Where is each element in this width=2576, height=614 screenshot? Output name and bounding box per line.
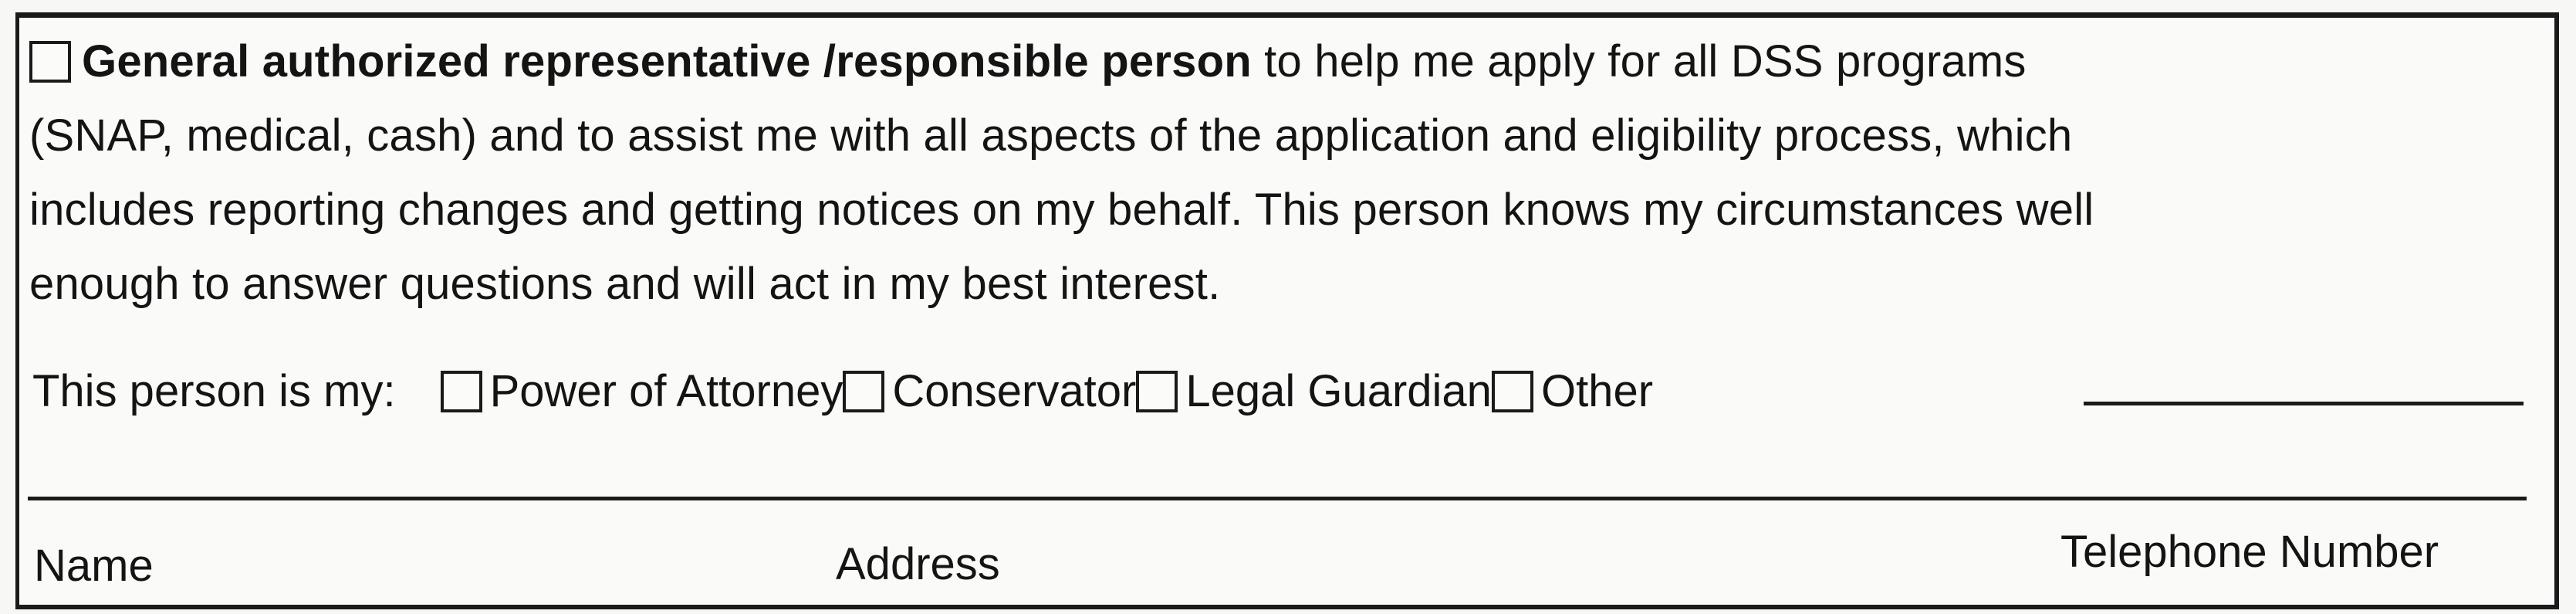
representative-text-line-2: (SNAP, medical, cash) and to assist me w… bbox=[29, 110, 2073, 161]
representative-paragraph: General authorized representative /respo… bbox=[29, 25, 2537, 321]
legal-guardian-checkbox[interactable] bbox=[1136, 371, 1178, 412]
representative-text-line-3: includes reporting changes and getting n… bbox=[29, 185, 2094, 235]
option-conservator[interactable]: Conservator bbox=[843, 357, 1136, 426]
conservator-label: Conservator bbox=[892, 366, 1137, 416]
address-field-label: Address bbox=[836, 539, 1000, 589]
option-other[interactable]: Other bbox=[1491, 357, 1654, 426]
general-representative-checkbox[interactable] bbox=[29, 41, 71, 83]
other-specify-line[interactable] bbox=[2084, 402, 2524, 405]
representative-text-line-1: to help me apply for all DSS programs bbox=[1251, 36, 2027, 87]
name-field-label: Name bbox=[34, 541, 154, 591]
other-label: Other bbox=[1540, 366, 1654, 416]
option-legal-guardian[interactable]: Legal Guardian bbox=[1136, 357, 1492, 426]
power-of-attorney-checkbox[interactable] bbox=[440, 371, 482, 412]
relationship-options-row: This person is my: Power of Attorney Conse… bbox=[32, 357, 2548, 426]
representative-title: General authorized representative /respo… bbox=[82, 36, 1252, 87]
option-power-of-attorney[interactable]: Power of Attorney bbox=[440, 357, 843, 426]
telephone-field-label: Telephone Number bbox=[2060, 527, 2439, 577]
frame-bottom-border bbox=[15, 605, 2559, 609]
relationship-lead-label: This person is my: bbox=[32, 366, 396, 416]
conservator-checkbox[interactable] bbox=[843, 371, 885, 412]
legal-guardian-label: Legal Guardian bbox=[1185, 366, 1492, 416]
representative-text-line-4: enough to answer questions and will act … bbox=[29, 259, 1221, 309]
other-checkbox[interactable] bbox=[1491, 371, 1533, 412]
name-address-phone-line[interactable] bbox=[28, 497, 2527, 500]
power-of-attorney-label: Power of Attorney bbox=[489, 366, 843, 416]
